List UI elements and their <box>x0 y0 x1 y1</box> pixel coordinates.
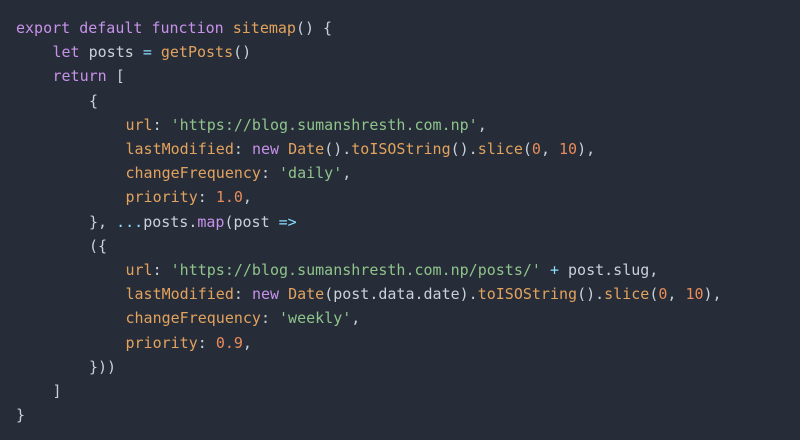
code-token-keyword: map <box>197 212 225 231</box>
code-token-property: priority <box>125 188 198 207</box>
code-block: export default function sitemap() {let p… <box>0 0 800 440</box>
code-token-function: Date <box>288 285 325 304</box>
code-token-punctuation: : <box>197 333 216 352</box>
code-token-number: 10 <box>685 285 704 304</box>
code-token-punctuation: (). <box>577 285 605 304</box>
code-token-plain: (post <box>224 212 279 231</box>
code-token-keyword: export <box>16 19 71 37</box>
code-token-punctuation: , <box>242 188 252 207</box>
code-line: }, ...posts.map(post => <box>89 210 297 234</box>
code-token-keyword: function <box>151 19 224 37</box>
code-line: let posts = getPosts() <box>53 40 252 64</box>
code-token-keyword: new <box>251 285 280 304</box>
code-token-property: changeFrequency <box>125 164 261 183</box>
code-token-punctuation: ] <box>52 382 62 400</box>
code-token-string: 'https://blog.sumanshresth.com.np' <box>170 115 478 134</box>
code-token-keyword: new <box>251 140 280 158</box>
code-token-punctuation: [ <box>106 67 125 86</box>
code-token-number: 1.0 <box>215 188 243 207</box>
code-token-function: toISOString <box>477 285 578 304</box>
code-line: return [ <box>53 64 125 88</box>
code-token-punctuation: }, <box>89 212 117 231</box>
code-token-function: slice <box>604 285 650 304</box>
code-token-function: sitemap <box>232 19 296 37</box>
code-token-punctuation: : <box>260 164 280 183</box>
code-line: } <box>16 403 25 427</box>
code-token-keyword: return <box>52 67 107 86</box>
code-line: ] <box>53 379 62 403</box>
code-token-punctuation: (). <box>450 140 478 158</box>
code-token-punctuation: : <box>152 115 171 134</box>
code-line: changeFrequency: 'weekly', <box>126 306 361 330</box>
code-line: changeFrequency: 'daily', <box>126 161 352 185</box>
code-token-function: toISOString <box>351 140 451 158</box>
code-token-property: url <box>125 261 153 279</box>
code-token-plain: posts <box>79 43 143 62</box>
code-token-punctuation: : <box>233 140 252 158</box>
code-line: lastModified: new Date().toISOString().s… <box>126 137 596 161</box>
code-token-punctuation: : <box>152 261 171 279</box>
code-token-punctuation: , <box>242 333 252 352</box>
code-token-function: Date <box>288 140 325 158</box>
code-token-number: 0 <box>531 140 541 158</box>
code-token-function: getPosts <box>160 43 234 62</box>
code-line: })) <box>89 355 116 379</box>
code-token-property: lastModified <box>125 285 234 304</box>
code-token-punctuation: })) <box>89 357 117 376</box>
code-token-property: lastModified <box>125 140 234 158</box>
code-line: export default function sitemap() { <box>16 16 332 40</box>
code-line: { <box>89 89 98 113</box>
code-token-punctuation: , <box>540 140 559 158</box>
code-token-punctuation: , <box>351 309 361 328</box>
code-token-punctuation: : <box>233 285 252 304</box>
code-token-punctuation: (). <box>324 140 352 158</box>
code-token-punctuation: ), <box>703 285 722 304</box>
code-token-property: priority <box>125 333 198 352</box>
code-token-keyword: default <box>79 19 143 37</box>
code-token-string: 'weekly' <box>279 309 352 328</box>
code-line: priority: 0.9, <box>126 331 252 355</box>
code-token-function: slice <box>477 140 523 158</box>
code-token-plain: posts. <box>143 212 198 231</box>
code-line: url: 'https://blog.sumanshresth.com.np', <box>126 113 487 137</box>
code-line: ({ <box>89 234 107 258</box>
code-token-property: changeFrequency <box>125 309 261 328</box>
code-token-punctuation: ( <box>522 140 532 158</box>
code-token-operator: => <box>278 212 297 231</box>
code-token-punctuation: () { <box>295 19 333 37</box>
code-line: priority: 1.0, <box>126 185 252 209</box>
code-token-punctuation: , <box>342 164 352 183</box>
code-token-plain: (post.data.date). <box>324 285 478 304</box>
code-token-punctuation: ( <box>649 285 659 304</box>
code-token-punctuation: () <box>233 43 252 62</box>
code-token-plain: post.slug, <box>558 261 659 279</box>
code-token-operator: ... <box>116 212 144 231</box>
code-token-number: 0.9 <box>215 333 243 352</box>
code-token-operator: = <box>142 43 152 62</box>
code-token-operator: + <box>549 261 559 279</box>
code-line: lastModified: new Date(post.data.date).t… <box>126 282 722 306</box>
code-token-punctuation: : <box>197 188 216 207</box>
code-token-punctuation: { <box>89 91 99 110</box>
code-token-string: 'https://blog.sumanshresth.com.np/posts/… <box>170 261 541 279</box>
code-token-punctuation: ({ <box>89 236 108 255</box>
code-token-string: 'daily' <box>279 164 343 183</box>
code-token-punctuation: } <box>16 406 26 425</box>
code-token-property: url <box>125 115 153 134</box>
code-token-punctuation: , <box>477 115 487 134</box>
code-token-punctuation: , <box>667 285 686 304</box>
code-token-keyword: let <box>52 43 80 62</box>
code-line: url: 'https://blog.sumanshresth.com.np/p… <box>126 258 659 282</box>
code-token-punctuation: : <box>260 309 280 328</box>
code-token-punctuation: ), <box>577 140 596 158</box>
code-token-number: 10 <box>559 140 578 158</box>
